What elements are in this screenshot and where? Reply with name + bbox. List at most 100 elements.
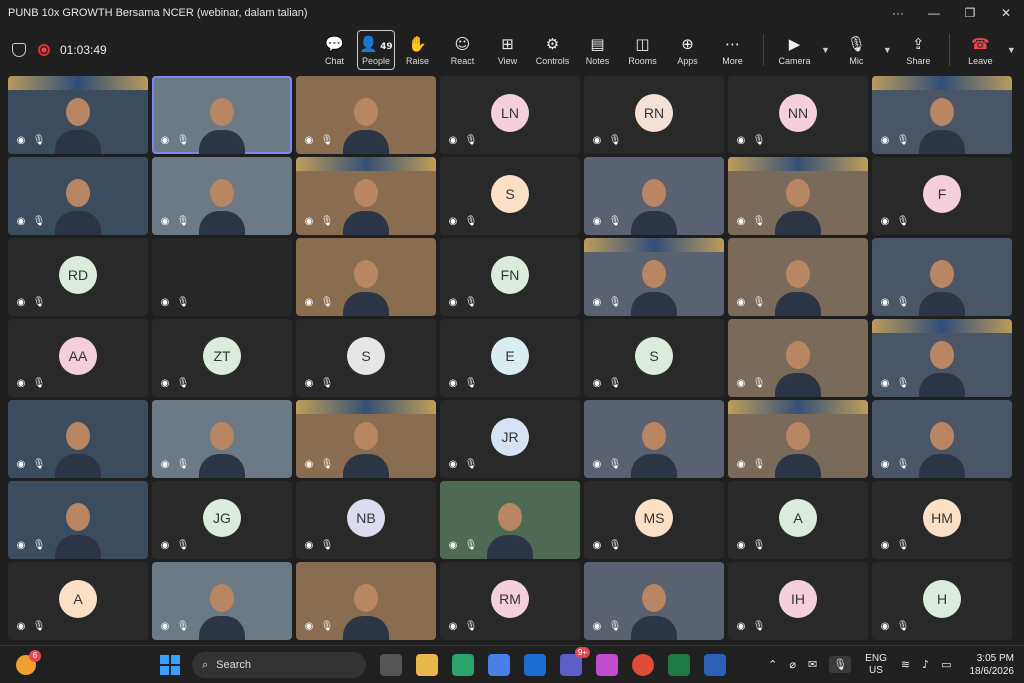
clock[interactable]: 3:05 PM 18/6/2026	[970, 652, 1015, 678]
participant-tile[interactable]: HM ◉ 🎙	[872, 481, 1012, 559]
participant-tile[interactable]: RM ◉ 🎙	[440, 562, 580, 640]
more-options-icon[interactable]: ···	[880, 6, 916, 20]
language-indicator[interactable]: ENG US	[865, 653, 887, 677]
participant-tile[interactable]: NB ◉ 🎙	[296, 481, 436, 559]
mic-muted-icon: 🎙	[752, 540, 766, 551]
participant-tile[interactable]: E ◉ 🎙	[440, 319, 580, 397]
more-button[interactable]: ⋯ More	[710, 30, 755, 70]
store-icon[interactable]	[488, 653, 510, 676]
word-icon[interactable]	[704, 653, 726, 676]
taskbar-search[interactable]: ⌕ Search	[192, 651, 366, 678]
mic-options-chevron-icon[interactable]: ▼	[883, 45, 892, 55]
shield-icon[interactable]	[12, 43, 26, 57]
participant-tile[interactable]: IH ◉ 🎙	[728, 562, 868, 640]
participant-tile[interactable]: S ◉ 🎙	[296, 319, 436, 397]
participant-tile[interactable]: A ◉ 🎙	[8, 562, 148, 640]
participant-tile[interactable]: H ◉ 🎙	[872, 562, 1012, 640]
participant-tile[interactable]: ◉ 🎙	[296, 562, 436, 640]
participant-tile[interactable]: S ◉ 🎙	[584, 319, 724, 397]
participant-tile[interactable]: ◉ 🎙	[728, 238, 868, 316]
controls-button[interactable]: ⚙ Controls	[530, 30, 575, 70]
share-button[interactable]: ⇪ Share	[896, 30, 941, 70]
participant-tile[interactable]: JG ◉ 🎙	[152, 481, 292, 559]
participant-tile[interactable]: AA ◉ 🎙	[8, 319, 148, 397]
close-button[interactable]: ✕	[988, 6, 1024, 20]
participant-tile[interactable]: ◉ 🎙	[872, 76, 1012, 154]
participant-tile[interactable]: RD ◉ 🎙	[8, 238, 148, 316]
participant-tile[interactable]: ◉ 🎙	[152, 76, 292, 154]
participant-tile[interactable]: ◉ 🎙	[728, 400, 868, 478]
participant-tile[interactable]: ◉ 🎙	[728, 157, 868, 235]
notes-button[interactable]: ▤ Notes	[575, 30, 620, 70]
participant-tile[interactable]: ◉ 🎙	[728, 319, 868, 397]
participant-tile[interactable]: FN ◉ 🎙	[440, 238, 580, 316]
chat-button[interactable]: 💬 Chat	[312, 30, 357, 70]
people-button[interactable]: 👤 49 People	[357, 30, 395, 70]
participant-tile[interactable]: ◉ 🎙	[872, 400, 1012, 478]
mic-in-use-icon[interactable]: 🎙	[829, 656, 852, 673]
spotlight-icon: ◉	[448, 378, 458, 389]
camera-button[interactable]: ▶ Camera	[772, 30, 817, 70]
minimize-button[interactable]: —	[916, 6, 952, 20]
excel-icon[interactable]	[668, 653, 690, 676]
participant-tile[interactable]: ◉ 🎙	[872, 319, 1012, 397]
file-explorer-icon[interactable]	[416, 653, 438, 676]
participant-tile[interactable]: ZT ◉ 🎙	[152, 319, 292, 397]
task-view-icon[interactable]	[380, 653, 402, 676]
participant-tile[interactable]: ◉ 🎙	[8, 157, 148, 235]
maximize-button[interactable]: ❐	[952, 6, 988, 20]
participant-tile[interactable]: ◉ 🎙	[152, 562, 292, 640]
camera-options-chevron-icon[interactable]: ▼	[821, 45, 830, 55]
mic-muted-icon: 🎙	[320, 378, 334, 389]
volume-icon[interactable]: ♪	[922, 658, 929, 671]
raise-button[interactable]: ✋ Raise	[395, 30, 440, 70]
view-button[interactable]: ⊞ View	[485, 30, 530, 70]
participant-tile[interactable]: ◉ 🎙	[152, 400, 292, 478]
participant-tile[interactable]: S ◉ 🎙	[440, 157, 580, 235]
participant-tile[interactable]: F ◉ 🎙	[872, 157, 1012, 235]
participant-tile[interactable]: JR ◉ 🎙	[440, 400, 580, 478]
mail-icon[interactable]: ✉	[808, 658, 817, 671]
participant-avatar: F	[923, 175, 961, 213]
participant-tile[interactable]: ◉ 🎙	[296, 76, 436, 154]
participant-tile[interactable]: A ◉ 🎙	[728, 481, 868, 559]
participant-tile[interactable]: ◉ 🎙	[8, 76, 148, 154]
participant-tile[interactable]: LN ◉ 🎙	[440, 76, 580, 154]
apps-button[interactable]: ⊕ Apps	[665, 30, 710, 70]
participant-tile[interactable]: ◉ 🎙	[8, 400, 148, 478]
participant-tile[interactable]: ◉ 🎙	[152, 238, 292, 316]
participant-tile[interactable]: ◉ 🎙	[440, 481, 580, 559]
participant-tile[interactable]: RN ◉ 🎙	[584, 76, 724, 154]
participant-tile[interactable]: NN ◉ 🎙	[728, 76, 868, 154]
start-button[interactable]	[160, 654, 180, 675]
camera-off-icon[interactable]: ⌀	[789, 658, 796, 671]
participant-tile[interactable]: ◉ 🎙	[296, 157, 436, 235]
mic-button[interactable]: 🎙 Mic	[834, 30, 879, 70]
mic-muted-icon: 🎙	[896, 621, 910, 632]
weather-icon[interactable]: 6	[16, 649, 41, 675]
copilot-icon[interactable]	[596, 653, 618, 676]
participant-video	[55, 422, 101, 478]
leave-options-chevron-icon[interactable]: ▼	[1007, 45, 1016, 55]
participant-tile[interactable]: ◉ 🎙	[152, 157, 292, 235]
participant-tile[interactable]: ◉ 🎙	[296, 238, 436, 316]
participant-tile[interactable]: ◉ 🎙	[584, 562, 724, 640]
participant-tile[interactable]: ◉ 🎙	[872, 238, 1012, 316]
wifi-icon[interactable]: ≋	[901, 658, 910, 671]
chevron-up-icon[interactable]: ⌃	[768, 658, 777, 671]
edge-browser-icon[interactable]	[452, 653, 474, 676]
outlook-icon[interactable]	[524, 653, 546, 676]
react-button[interactable]: ☺ React	[440, 30, 485, 70]
teams-icon[interactable]: 9+	[560, 646, 590, 676]
participant-avatar: NN	[779, 94, 817, 132]
participant-tile[interactable]: ◉ 🎙	[8, 481, 148, 559]
participant-tile[interactable]: ◉ 🎙	[296, 400, 436, 478]
rooms-button[interactable]: ◫ Rooms	[620, 30, 665, 70]
participant-tile[interactable]: ◉ 🎙	[584, 157, 724, 235]
participant-tile[interactable]: ◉ 🎙	[584, 238, 724, 316]
battery-icon[interactable]: ▭	[941, 658, 951, 671]
chrome-icon[interactable]	[632, 653, 654, 676]
leave-button[interactable]: ☎ Leave	[958, 30, 1003, 70]
participant-tile[interactable]: MS ◉ 🎙	[584, 481, 724, 559]
participant-tile[interactable]: ◉ 🎙	[584, 400, 724, 478]
